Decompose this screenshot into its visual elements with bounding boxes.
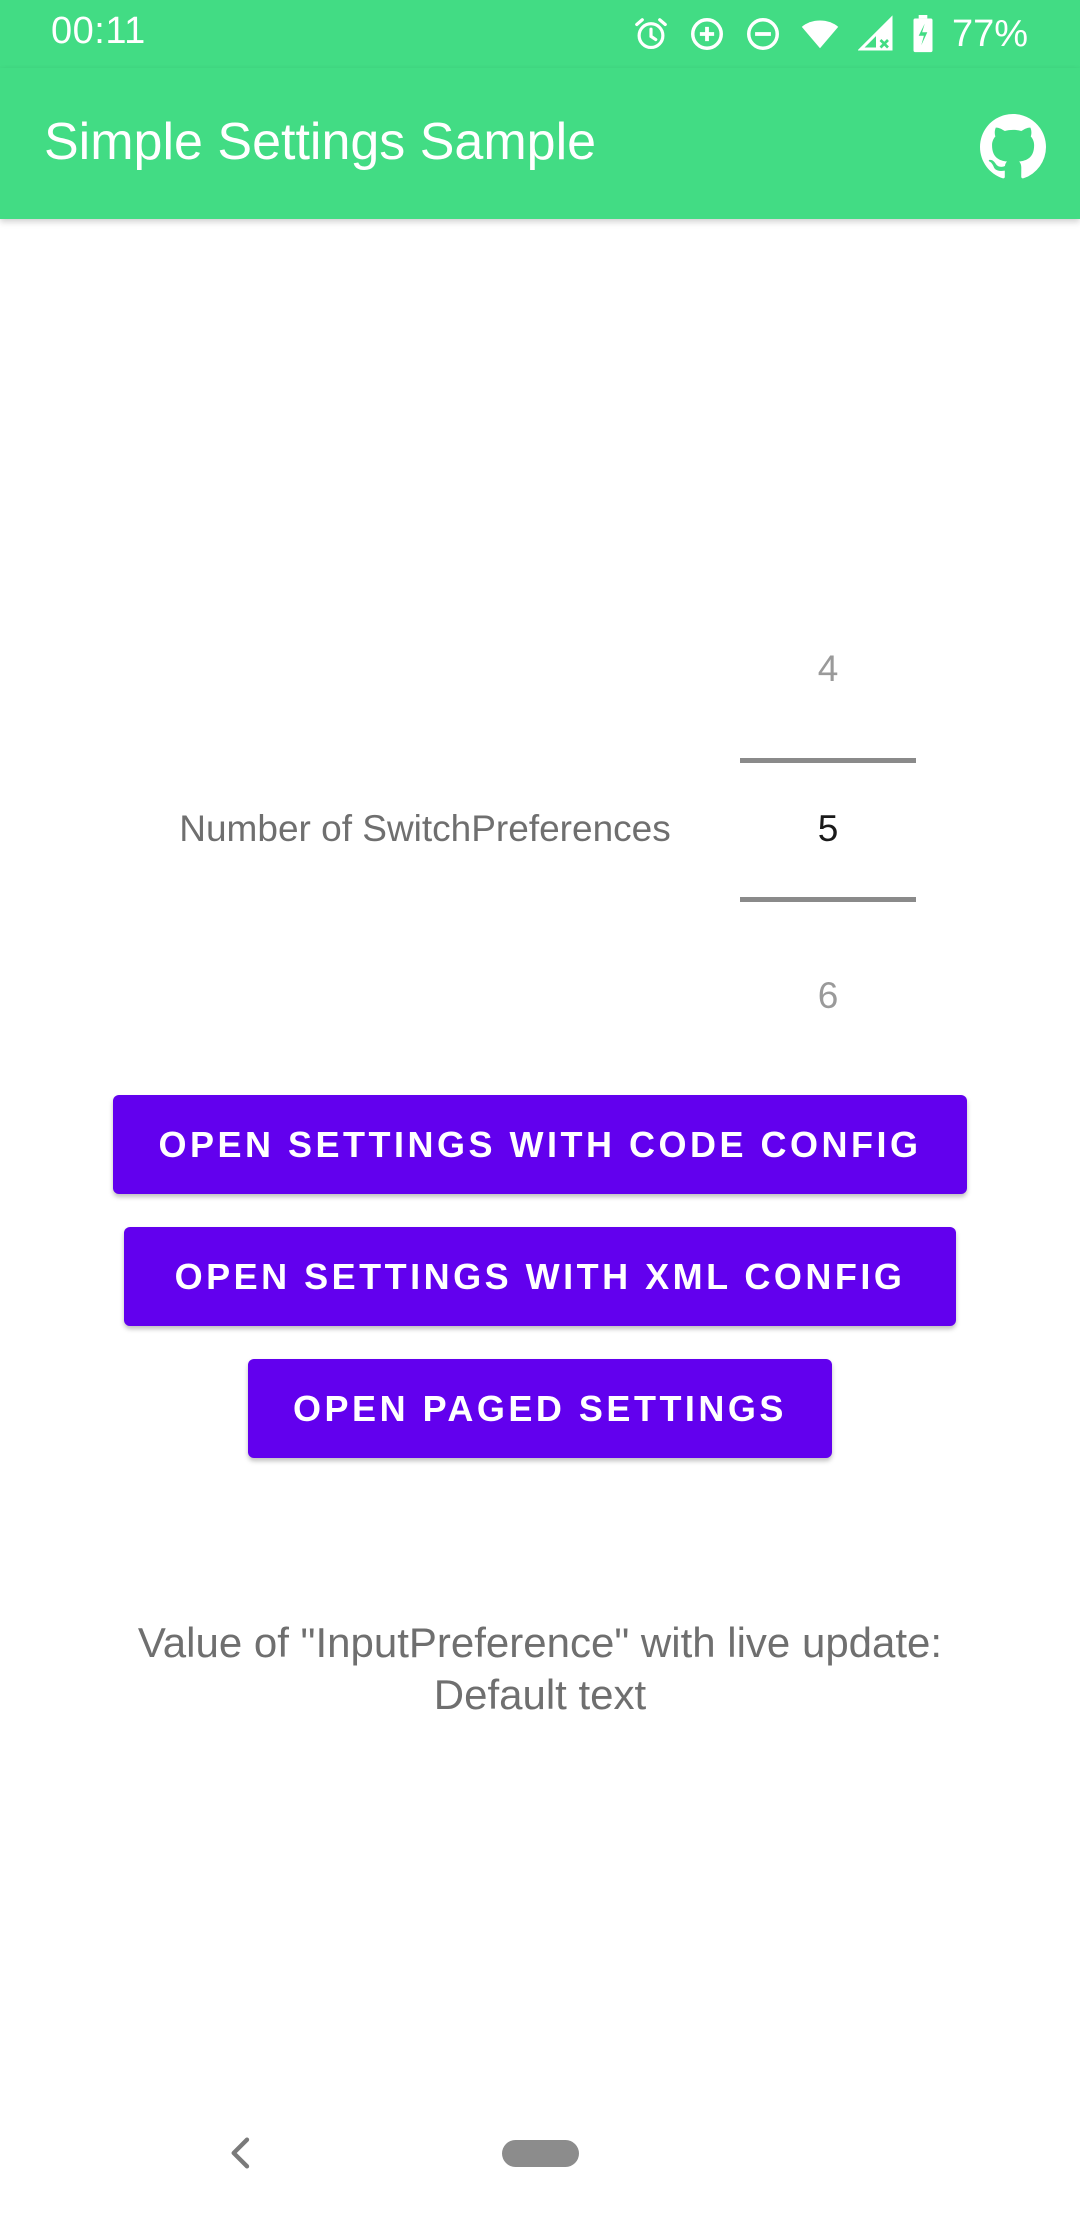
back-icon xyxy=(222,2137,262,2177)
data-saver-icon xyxy=(688,15,726,53)
live-update-text: Value of "InputPreference" with live upd… xyxy=(0,1617,1080,1721)
battery-charging-icon xyxy=(912,15,934,53)
cell-signal-icon xyxy=(857,15,894,53)
page-title: Simple Settings Sample xyxy=(44,113,597,171)
picker-divider-bottom xyxy=(740,897,916,902)
picker-label: Number of SwitchPreferences xyxy=(179,808,671,849)
picker-next-value[interactable]: 6 xyxy=(738,975,918,1017)
wifi-icon xyxy=(800,15,840,53)
open-paged-settings-button[interactable]: OPEN PAGED SETTINGS xyxy=(248,1359,832,1458)
picker-previous-value[interactable]: 4 xyxy=(738,648,918,690)
open-settings-xml-config-button[interactable]: OPEN SETTINGS WITH XML CONFIG xyxy=(124,1227,956,1326)
status-icons: 77% xyxy=(632,12,1028,56)
do-not-disturb-icon xyxy=(744,15,782,53)
battery-percentage: 77% xyxy=(951,12,1028,55)
live-update-value: Default text xyxy=(433,1671,647,1718)
status-bar: 00:11 77% xyxy=(0,0,1080,68)
live-update-label: Value of "InputPreference" with live upd… xyxy=(137,1619,943,1666)
number-picker[interactable]: 4 5 6 xyxy=(738,620,918,1040)
alarm-icon xyxy=(632,15,670,53)
back-button[interactable] xyxy=(222,2133,262,2173)
screen: 00:11 77% Simple Settings Sample Number … xyxy=(0,0,1080,2220)
picker-current-value[interactable]: 5 xyxy=(738,808,918,850)
github-icon xyxy=(980,114,1046,184)
toolbar: Simple Settings Sample xyxy=(0,68,1080,219)
open-settings-code-config-button[interactable]: OPEN SETTINGS WITH CODE CONFIG xyxy=(113,1095,967,1194)
picker-divider-top xyxy=(740,758,916,763)
status-time: 00:11 xyxy=(51,10,146,52)
github-button[interactable] xyxy=(980,114,1046,180)
home-pill-icon[interactable] xyxy=(502,2140,579,2167)
